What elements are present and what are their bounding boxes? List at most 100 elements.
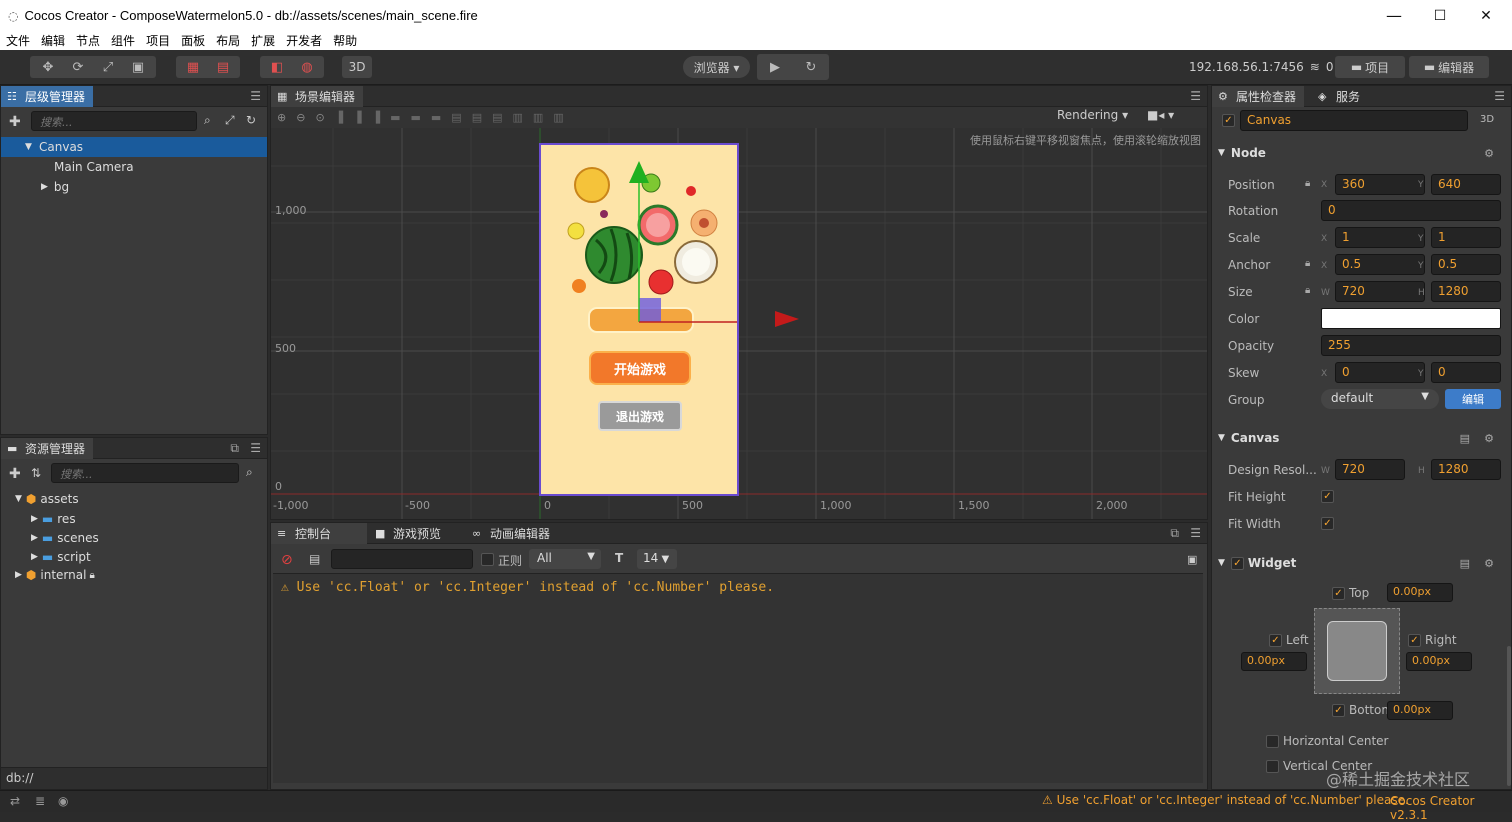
align-top-icon[interactable]: ▬ bbox=[390, 111, 400, 124]
refresh-icon[interactable]: ↻ bbox=[793, 56, 829, 78]
collapse-icon[interactable]: ▣ bbox=[1187, 553, 1197, 566]
dist-e-icon[interactable]: ▥ bbox=[533, 111, 543, 124]
panel-menu-icon[interactable]: ☰ bbox=[250, 441, 261, 455]
tab-console[interactable]: ≡ 控制台 bbox=[271, 523, 367, 544]
node-section-header[interactable]: ▼ Node ⚙ bbox=[1212, 142, 1508, 164]
gear-icon[interactable]: ⚙ bbox=[1484, 557, 1494, 570]
skew-x-input[interactable]: 0 bbox=[1335, 362, 1425, 383]
inspector-scrollbar[interactable] bbox=[1507, 646, 1511, 786]
search-icon[interactable]: ⌕ bbox=[246, 465, 253, 480]
rotation-input[interactable]: 0 bbox=[1321, 200, 1501, 221]
maximize-button[interactable]: ☐ bbox=[1417, 0, 1463, 31]
right-input[interactable]: 0.00px bbox=[1406, 652, 1472, 671]
status-warning[interactable]: ⚠ Use 'cc.Float' or 'cc.Integer' instead… bbox=[1042, 793, 1409, 807]
tab-animation-editor[interactable]: ∞ 动画编辑器 bbox=[466, 523, 558, 544]
tab-inspector[interactable]: ⚙ 属性检查器 bbox=[1212, 86, 1305, 107]
dist-d-icon[interactable]: ▥ bbox=[513, 111, 523, 124]
scale-x-input[interactable]: 1 bbox=[1335, 227, 1425, 248]
menu-panel[interactable]: 面板 bbox=[181, 32, 205, 49]
dist-a-icon[interactable]: ▤ bbox=[451, 111, 461, 124]
panel-menu-icon[interactable]: ☰ bbox=[1494, 89, 1505, 103]
x-axis-arrow-icon[interactable] bbox=[775, 309, 815, 329]
refresh-icon[interactable]: ↻ bbox=[246, 113, 256, 127]
horizontal-center-checkbox[interactable] bbox=[1266, 735, 1279, 748]
menu-help[interactable]: 帮助 bbox=[333, 32, 357, 49]
widget-enabled-checkbox[interactable]: ✓ bbox=[1230, 556, 1244, 570]
scale-y-input[interactable]: 1 bbox=[1431, 227, 1501, 248]
right-checkbox[interactable]: ✓ bbox=[1408, 634, 1421, 647]
panel-menu-icon[interactable]: ☰ bbox=[1190, 526, 1201, 540]
tree-item-main-camera[interactable]: Main Camera bbox=[54, 157, 134, 177]
tab-game-preview[interactable]: ■ 游戏预览 bbox=[369, 523, 449, 544]
rendering-select[interactable]: Rendering ▾ bbox=[1057, 108, 1128, 122]
open-log-icon[interactable]: ▤ bbox=[309, 552, 320, 566]
minimize-button[interactable]: — bbox=[1371, 0, 1417, 31]
local-icon[interactable]: ▤ bbox=[208, 56, 238, 78]
tree-item-internal[interactable]: ▶ ⬢ internal 🔒︎ bbox=[15, 565, 95, 585]
menu-layout[interactable]: 布局 bbox=[216, 32, 240, 49]
menu-file[interactable]: 文件 bbox=[6, 32, 30, 49]
sort-icon[interactable]: ⇅ bbox=[31, 466, 41, 480]
dist-f-icon[interactable]: ▥ bbox=[553, 111, 563, 124]
panel-menu-icon[interactable]: ☰ bbox=[1190, 89, 1201, 103]
tree-item-res[interactable]: ▶ ▬ res bbox=[31, 509, 76, 529]
gear-icon[interactable]: ⚙ bbox=[1484, 432, 1494, 445]
play-icon[interactable]: ▶ bbox=[757, 56, 793, 78]
clear-console-icon[interactable]: ⊘ bbox=[281, 552, 293, 568]
top-input[interactable]: 0.00px bbox=[1387, 583, 1453, 602]
add-node-icon[interactable]: ✚ bbox=[9, 114, 21, 130]
anchor-y-input[interactable]: 0.5 bbox=[1431, 254, 1501, 275]
rect-tool-icon[interactable]: ▣ bbox=[123, 56, 153, 78]
tab-hierarchy[interactable]: ☷ 层级管理器 bbox=[1, 86, 94, 107]
align-bottom-icon[interactable]: ▬ bbox=[431, 111, 441, 124]
lock-icon[interactable]: 🔒︎ bbox=[1305, 258, 1310, 269]
eye-icon[interactable]: ◉ bbox=[58, 794, 68, 808]
menu-edit[interactable]: 编辑 bbox=[41, 32, 65, 49]
popout-icon[interactable]: ⧉ bbox=[230, 441, 239, 456]
scene-viewport[interactable]: 1,000 500 0 -1,000 -500 0 500 1,000 1,50… bbox=[271, 128, 1207, 519]
open-editor-button[interactable]: ▬ 编辑器 bbox=[1409, 56, 1489, 78]
lock-icon[interactable]: 🔒︎ bbox=[1305, 178, 1310, 189]
design-height-input[interactable]: 1280 bbox=[1431, 459, 1501, 480]
lock-icon[interactable]: 🔒︎ bbox=[1305, 285, 1310, 296]
start-game-button[interactable]: 开始游戏 bbox=[589, 351, 691, 385]
group-select[interactable]: default ▼ bbox=[1321, 389, 1439, 409]
left-input[interactable]: 0.00px bbox=[1241, 652, 1307, 671]
gear-icon[interactable]: ⚙ bbox=[1484, 147, 1494, 160]
tab-assets[interactable]: ▬ 资源管理器 bbox=[1, 438, 94, 459]
bottom-checkbox[interactable]: ✓ bbox=[1332, 704, 1345, 717]
color-swatch[interactable] bbox=[1321, 308, 1501, 329]
book-icon[interactable]: ▤ bbox=[1460, 432, 1470, 445]
panel-menu-icon[interactable]: ☰ bbox=[250, 89, 261, 103]
skew-y-input[interactable]: 0 bbox=[1431, 362, 1501, 383]
rotate-tool-icon[interactable]: ⟳ bbox=[63, 56, 93, 78]
tab-services[interactable]: ◈ 服务 bbox=[1312, 86, 1368, 107]
position-x-input[interactable]: 360 bbox=[1335, 174, 1425, 195]
design-width-input[interactable]: 720 bbox=[1335, 459, 1405, 480]
gizmo-a-icon[interactable]: ◧ bbox=[262, 56, 292, 78]
zoom-out-icon[interactable]: ⊖ bbox=[296, 111, 305, 124]
game-canvas[interactable]: 开始游戏 退出游戏 bbox=[539, 143, 739, 496]
expand-all-icon[interactable]: ⤢ bbox=[225, 113, 235, 128]
tab-scene[interactable]: ▦ 场景编辑器 bbox=[271, 86, 364, 107]
database-icon[interactable]: ≣ bbox=[35, 794, 45, 808]
dist-b-icon[interactable]: ▤ bbox=[472, 111, 482, 124]
camera-icon[interactable]: ■◂ ▾ bbox=[1147, 108, 1174, 122]
exit-game-button[interactable]: 退出游戏 bbox=[598, 401, 682, 431]
size-w-input[interactable]: 720 bbox=[1335, 281, 1425, 302]
zoom-in-icon[interactable]: ⊕ bbox=[277, 111, 286, 124]
align-right-icon[interactable]: ▐ bbox=[372, 111, 380, 124]
tree-item-canvas[interactable]: ▼ Canvas bbox=[1, 137, 267, 157]
menu-extension[interactable]: 扩展 bbox=[251, 32, 275, 49]
top-checkbox[interactable]: ✓ bbox=[1332, 587, 1345, 600]
open-project-button[interactable]: ▬ 项目 bbox=[1335, 56, 1405, 78]
canvas-section-header[interactable]: ▼ Canvas ▤ ⚙ bbox=[1212, 427, 1508, 449]
fit-height-checkbox[interactable]: ✓ bbox=[1321, 490, 1334, 503]
tree-item-bg[interactable]: ▶ bg bbox=[41, 177, 69, 197]
preview-platform-select[interactable]: 浏览器 ▾ bbox=[683, 56, 750, 78]
popout-icon[interactable]: ⧉ bbox=[1170, 526, 1179, 541]
book-icon[interactable]: ▤ bbox=[1460, 557, 1470, 570]
toggle-3d-button[interactable]: 3D bbox=[342, 56, 372, 78]
edit-group-button[interactable]: 编辑 bbox=[1445, 389, 1501, 409]
position-y-input[interactable]: 640 bbox=[1431, 174, 1501, 195]
